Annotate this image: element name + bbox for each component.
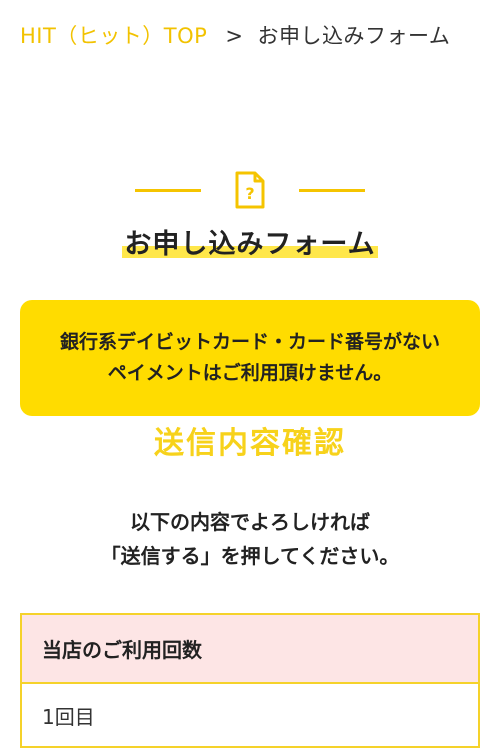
table-row-header: 当店のご利用回数 [22,615,478,684]
instruction-line-2: 「送信する」を押してください。 [100,544,400,568]
document-question-icon: ? [233,170,267,210]
svg-text:?: ? [245,184,254,203]
table-row-value: 1回目 [22,684,478,748]
page: HIT（ヒット）TOP > お申し込みフォーム ? お申し込みフォーム 銀行系デイビ… [0,0,500,750]
page-heading: ? お申し込みフォーム [0,168,500,261]
notice-box: 銀行系デイビットカード・カード番号がない ペイメントはご利用頂けません。 [20,300,480,416]
page-title: お申し込みフォーム [122,222,378,261]
heading-left-line [135,188,201,192]
breadcrumb-current: お申し込みフォーム [257,24,451,48]
breadcrumb: HIT（ヒット）TOP > お申し込みフォーム [20,18,490,54]
confirmation-table: 当店のご利用回数 1回目 [20,613,480,748]
breadcrumb-separator: > [225,24,244,48]
notice-line-1: 銀行系デイビットカード・カード番号がない [59,331,440,353]
section-title: 送信内容確認 [154,426,346,461]
notice-line-2: ペイメントはご利用頂けません。 [107,362,393,384]
heading-right-line [299,188,365,192]
instruction-text: 以下の内容でよろしければ 「送信する」を押してください。 [0,505,500,573]
breadcrumb-home-link[interactable]: HIT（ヒット）TOP [20,24,207,48]
heading-decoration: ? [0,168,500,212]
instruction-line-1: 以下の内容でよろしければ [130,510,370,534]
